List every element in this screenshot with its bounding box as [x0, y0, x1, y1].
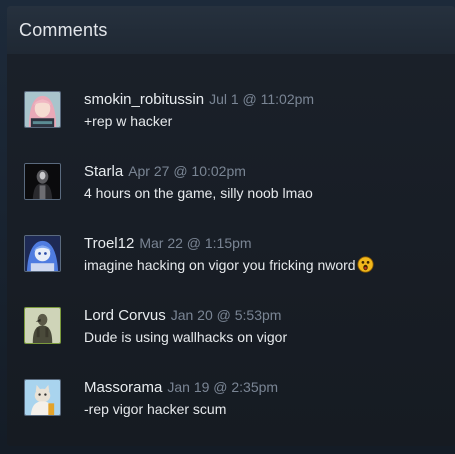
- comments-panel: Comments smokin_robitussin Jul 1 @ 11:02…: [7, 6, 455, 446]
- comment-timestamp: Mar 22 @ 1:15pm: [139, 235, 252, 251]
- comment-item: smokin_robitussin Jul 1 @ 11:02pm +rep w …: [24, 90, 444, 138]
- blue-anime-avatar[interactable]: [24, 235, 61, 272]
- comment-meta: Troel12 Mar 22 @ 1:15pm: [84, 234, 252, 253]
- comment-meta: smokin_robitussin Jul 1 @ 11:02pm: [84, 90, 314, 109]
- dark-figure-avatar[interactable]: [24, 163, 61, 200]
- comment-text: -rep vigor hacker scum: [84, 401, 227, 417]
- comment-meta: Starla Apr 27 @ 10:02pm: [84, 162, 246, 181]
- comment-author-link[interactable]: Massorama: [84, 379, 162, 396]
- comment-text: imagine hacking on vigor you fricking nw…: [84, 256, 374, 274]
- panel-title: Comments: [19, 19, 108, 40]
- comment-list: smokin_robitussin Jul 1 @ 11:02pm +rep w …: [7, 54, 455, 446]
- panel-header: Comments: [7, 6, 455, 54]
- comment-meta: Massorama Jan 19 @ 2:35pm: [84, 378, 278, 397]
- comment-author-link[interactable]: Starla: [84, 163, 123, 180]
- comment-item: Massorama Jan 19 @ 2:35pm -rep vigor hack…: [24, 378, 444, 426]
- comment-text: Dude is using wallhacks on vigor: [84, 329, 288, 345]
- comment-author-link[interactable]: Troel12: [84, 235, 134, 252]
- comment-text-body: imagine hacking on vigor you fricking nw…: [84, 257, 356, 273]
- crow-figure-avatar[interactable]: [24, 307, 61, 344]
- anime-girl-avatar[interactable]: [24, 91, 61, 128]
- comment-meta: Lord Corvus Jan 20 @ 5:53pm: [84, 306, 281, 325]
- comment-timestamp: Apr 27 @ 10:02pm: [128, 163, 246, 179]
- comment-timestamp: Jan 19 @ 2:35pm: [167, 379, 279, 395]
- comment-item: Troel12 Mar 22 @ 1:15pm imagine hacking o…: [24, 234, 444, 282]
- comment-timestamp: Jul 1 @ 11:02pm: [209, 91, 315, 107]
- comment-item: Lord Corvus Jan 20 @ 5:53pm Dude is using…: [24, 306, 444, 354]
- comment-author-link[interactable]: Lord Corvus: [84, 307, 166, 324]
- surprised-face-emoji: [357, 256, 374, 273]
- comment-text: 4 hours on the game, silly noob lmao: [84, 185, 313, 201]
- comment-timestamp: Jan 20 @ 5:53pm: [170, 307, 282, 323]
- page: Comments smokin_robitussin Jul 1 @ 11:02…: [0, 0, 455, 454]
- cat-avatar[interactable]: [24, 379, 61, 416]
- comment-item: Starla Apr 27 @ 10:02pm 4 hours on the ga…: [24, 162, 444, 210]
- comment-text: +rep w hacker: [84, 113, 173, 129]
- comment-author-link[interactable]: smokin_robitussin: [84, 91, 204, 108]
